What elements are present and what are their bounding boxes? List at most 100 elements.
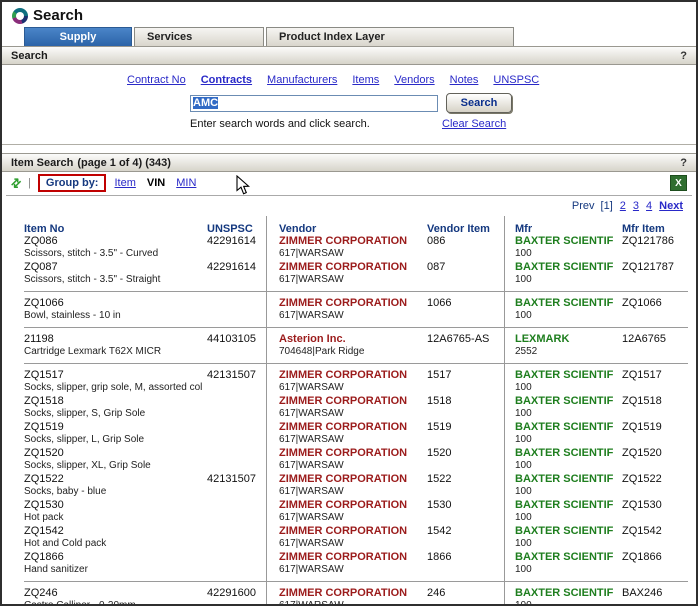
unspsc-value [207,447,279,460]
spacer [2,145,696,153]
mfr: LEXMARK2552 [515,333,622,359]
mfr-item-value: ZQ1866 [622,551,698,564]
vendor-subvalue: 704648|Park Ridge [279,346,427,359]
tab-product-index-layer[interactable]: Product Index Layer [266,27,514,46]
vendor-value: ZIMMER CORPORATION [279,525,427,538]
mfr-item: ZQ121786 [622,235,698,261]
mfr-value: BAXTER SCIENTIF [515,587,622,600]
search-input-selected-text: AMC [193,97,218,109]
mfr-item-value: ZQ1518 [622,395,698,408]
search-type-link-unspsc[interactable]: UNSPSC [493,74,539,86]
group-option-vin[interactable]: VIN [147,177,165,189]
excel-export-icon[interactable]: X [670,175,687,191]
search-type-link-contracts[interactable]: Contracts [201,74,252,86]
item-search-meta: (page 1 of 4) (343) [77,157,171,169]
refresh-icon[interactable]: ⇄ [8,174,25,191]
column-divider [266,216,267,606]
vendor-item: 086 [427,235,515,261]
item-no-value: ZQ1519 [24,421,207,434]
clear-search-link[interactable]: Clear Search [442,118,506,130]
tab-supply[interactable]: Supply [24,27,132,46]
item-no-value: ZQ246 [24,587,207,600]
item-no: ZQ1866Hand sanitizer [24,551,207,577]
group-option-item[interactable]: Item [114,177,135,189]
item-no: ZQ1522Socks, baby - blue [24,473,207,499]
item-no: 21198Cartridge Lexmark T62X MICR [24,333,207,359]
pagination: Prev[1]234Next [2,196,696,214]
item-no: ZQ1518Socks, slipper, S, Grip Sole [24,395,207,421]
column-header-mfr-item: Mfr Item [622,223,698,235]
mfr: BAXTER SCIENTIF100 [515,421,622,447]
mfr-item-value: 12A6765 [622,333,698,346]
mfr-value: BAXTER SCIENTIF [515,499,622,512]
mfr-item: BAX246 [622,587,698,606]
vendor-subvalue: 617|WARSAW [279,538,427,551]
mfr-item-value: ZQ1519 [622,421,698,434]
pager-page-3[interactable]: 3 [633,200,639,212]
search-form-row: AMC Search [190,93,696,113]
pager-page-4[interactable]: 4 [646,200,652,212]
results-table: Item NoUNSPSCVendorVendor ItemMfrMfr Ite… [2,214,696,606]
group-separator [24,327,688,328]
item-no-subvalue: Socks, baby - blue [24,486,207,499]
column-header-mfr: Mfr [515,223,622,235]
search-type-link-items[interactable]: Items [352,74,379,86]
item-no-value: ZQ1542 [24,525,207,538]
column-divider [504,216,505,606]
vendor-item: 087 [427,261,515,287]
vendor-value: ZIMMER CORPORATION [279,499,427,512]
mfr-item-value: ZQ1520 [622,447,698,460]
help-icon[interactable]: ? [680,50,687,62]
tab-services[interactable]: Services [134,27,264,46]
vendor-value: ZIMMER CORPORATION [279,235,427,248]
vendor-item-value: 087 [427,261,515,274]
search-type-link-manufacturers[interactable]: Manufacturers [267,74,337,86]
table-row: ZQ1517Socks, slipper, grip sole, M, asso… [2,369,696,395]
search-type-link-contract-no[interactable]: Contract No [127,74,186,86]
mfr-value: BAXTER SCIENTIF [515,235,622,248]
group-separator [24,291,688,292]
vendor: ZIMMER CORPORATION617|WARSAW [279,369,427,395]
table-header: Item NoUNSPSCVendorVendor ItemMfrMfr Ite… [2,216,696,235]
vendor-item: 1066 [427,297,515,323]
vendor-item-value: 1520 [427,447,515,460]
search-input[interactable]: AMC [190,95,438,112]
mfr-item: ZQ1518 [622,395,698,421]
vendor-value: ZIMMER CORPORATION [279,261,427,274]
search-window: Search SupplyServicesProduct Index Layer… [0,0,698,606]
pager-page-2[interactable]: 2 [620,200,626,212]
column-header-vendor: Vendor [279,223,427,235]
item-no: ZQ1517Socks, slipper, grip sole, M, asso… [24,369,207,395]
item-no-value: ZQ1520 [24,447,207,460]
vendor-item-value: 1530 [427,499,515,512]
mfr-subvalue: 100 [515,408,622,421]
table-row: ZQ086Scissors, stitch - 3.5" - Curved422… [2,235,696,261]
vendor: ZIMMER CORPORATION617|WARSAW [279,395,427,421]
vendor-item: 1519 [427,421,515,447]
table-row: ZQ1530Hot packZIMMER CORPORATION617|WARS… [2,499,696,525]
vendor-item: 1517 [427,369,515,395]
table-row: ZQ1066Bowl, stainless - 10 inZIMMER CORP… [2,297,696,323]
unspsc-value: 42131507 [207,473,279,486]
vendor-value: ZIMMER CORPORATION [279,395,427,408]
group-option-min[interactable]: MIN [176,177,196,189]
group-separator [24,581,688,582]
item-no-subvalue: Scissors, stitch - 3.5" - Straight [24,274,207,287]
item-no-subvalue: Scissors, stitch - 3.5" - Curved [24,248,207,261]
unspsc-value [207,499,279,512]
mfr-value: BAXTER SCIENTIF [515,297,622,310]
search-type-link-notes[interactable]: Notes [450,74,479,86]
table-row: ZQ1522Socks, baby - blue42131507ZIMMER C… [2,473,696,499]
item-no-value: ZQ1066 [24,297,207,310]
item-no-subvalue: Socks, slipper, grip sole, M, assorted c… [24,382,207,395]
mfr-subvalue: 100 [515,274,622,287]
mfr: BAXTER SCIENTIF100 [515,261,622,287]
item-search-help-icon[interactable]: ? [680,157,687,169]
search-button[interactable]: Search [446,93,512,113]
item-no-subvalue: Hot pack [24,512,207,525]
search-type-link-vendors[interactable]: Vendors [394,74,434,86]
vendor-subvalue: 617|WARSAW [279,248,427,261]
table-body: ZQ086Scissors, stitch - 3.5" - Curved422… [2,235,696,606]
pager-next[interactable]: Next [659,200,683,212]
unspsc: 42291614 [207,261,279,287]
